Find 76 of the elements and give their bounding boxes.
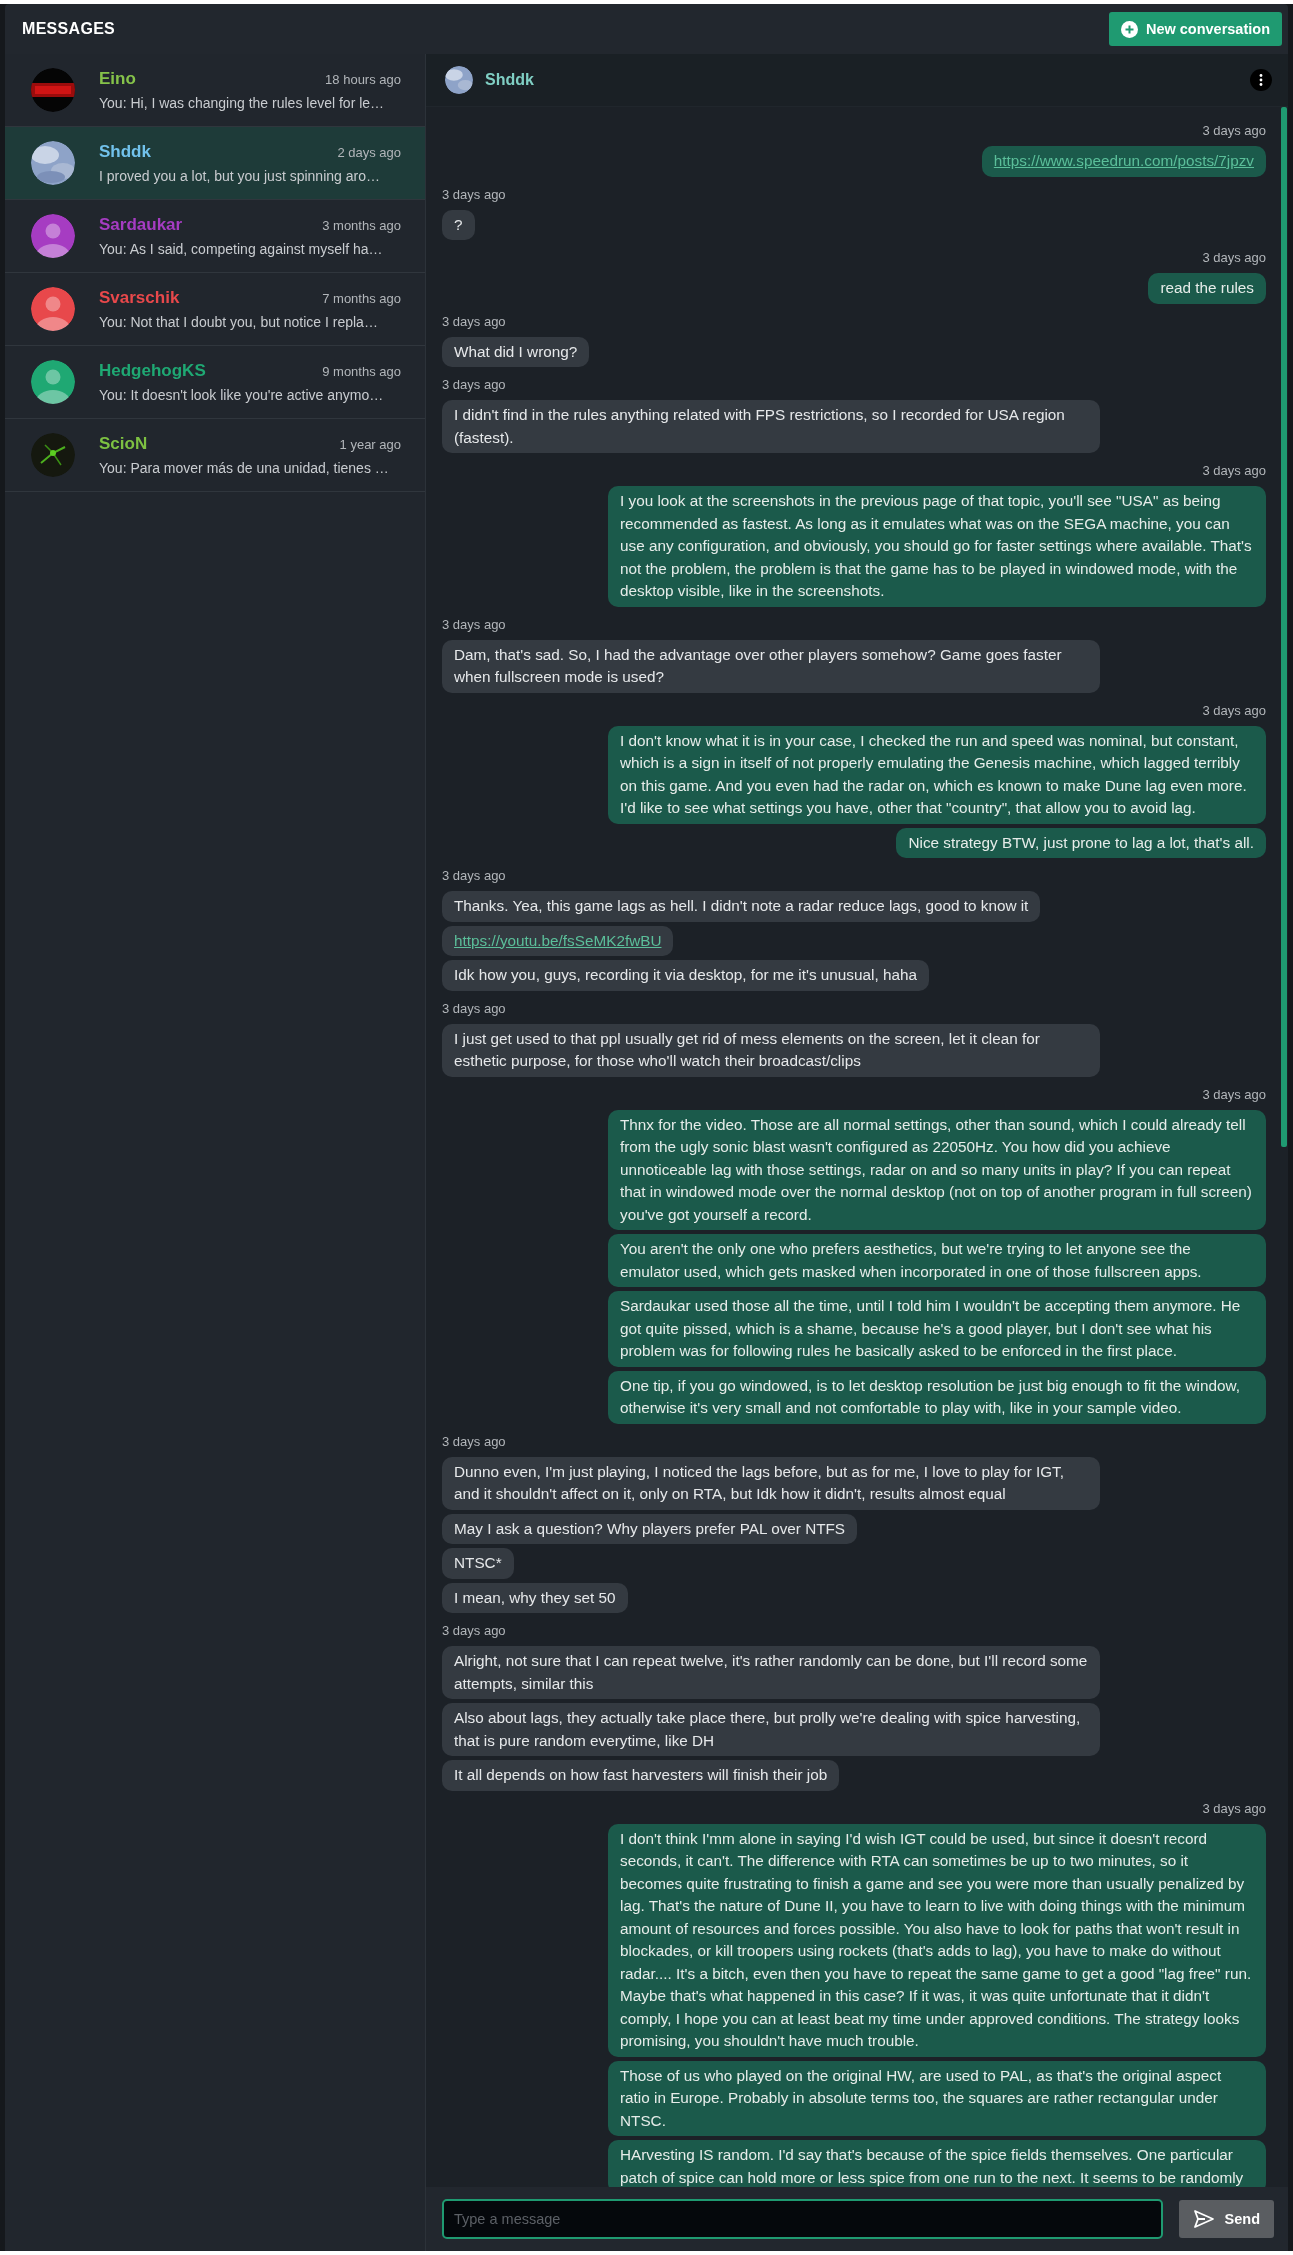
- message-link[interactable]: https://youtu.be/fsSeMK2fwBU: [454, 931, 662, 949]
- user-avatar-icon: [31, 287, 75, 331]
- chat-message: Nice strategy BTW, just prone to lag a lot, that's all.: [896, 827, 1266, 858]
- contact-name: Eino: [99, 69, 136, 89]
- chat-message: What did I wrong?: [442, 336, 590, 367]
- message-time: 3 days ago: [1202, 122, 1266, 140]
- chat-message: I didn't find in the rules anything related with FPS restrictions, so I recorded for USA region (fastest).: [442, 400, 1100, 453]
- message-input[interactable]: Type a message: [442, 2199, 1163, 2239]
- message-time: 3 days ago: [442, 1432, 506, 1451]
- message-preview: You: It doesn't look like you're active anymo…: [99, 387, 385, 403]
- contact-name: Shddk: [99, 142, 151, 162]
- chat-message: One tip, if you go windowed, is to let desktop resolution be just big enough to fit the window, otherwise it's very small and not comfortable to play with, like in your sample video.: [608, 1370, 1266, 1424]
- message-time: 3 days ago: [1202, 462, 1266, 480]
- chat-message: Thnx for the video. Those are all normal settings, other than sound, which I could already tell from the ugly sonic blast wasn't configured as 22050Hz. You how did you achieve unnoticeable lag with those settings, radar on and so many units in play? If you can repeat that in windowed mode over the normal desktop (not on top of another program in full screen) you've got yourself a record.: [608, 1109, 1266, 1230]
- chat-message: Alright, not sure that I can repeat twelve, it's rather randomly can be done, but I'll record some attempts, similar this: [442, 1646, 1100, 1699]
- conversation-item[interactable]: Sardaukar 3 months ago You: As I said, competing against myself ha…: [5, 200, 425, 273]
- conversation-item[interactable]: ScioN 1 year ago You: Para mover más de una unidad, tienes …: [5, 419, 425, 492]
- message-time: 3 days ago: [442, 999, 506, 1018]
- conversation-time: 2 days ago: [337, 144, 401, 160]
- chat-message: Also about lags, they actually take place there, but prolly we're dealing with spice harvesting, that is pure random everytime, like DH: [442, 1703, 1100, 1756]
- message-time: 3 days ago: [442, 312, 506, 331]
- send-button[interactable]: Send: [1178, 2200, 1274, 2238]
- chat-message: Dunno even, I'm just playing, I noticed the lags before, but as for me, I love to play for IGT, and it shouldn't affect on it, only on RTA, but Idk how it didn't, results almost equal: [442, 1456, 1100, 1510]
- chat-message: I you look at the screenshots in the previous page of that topic, you'll see "USA" as being recommended as fastest. As long as it emulates what was on the SEGA machine, you can use any configuration, and obviously, you should go for faster settings where available. That's not the problem, the problem is that the game has to be played in windowed mode, with the desktop visible, like in the screenshots.: [608, 486, 1266, 607]
- chat-message: Thanks. Yea, this game lags as hell. I didn't note a radar reduce lags, good to know it: [442, 891, 1041, 922]
- message-link[interactable]: https://www.speedrun.com/posts/7jpzv: [993, 152, 1254, 169]
- chat-message: I mean, why they set 50: [442, 1582, 628, 1613]
- conversation-item[interactable]: Svarschik 7 months ago You: Not that I doubt you, but notice I repla…: [5, 273, 425, 346]
- message-preview: You: As I said, competing against myself ha…: [99, 241, 384, 257]
- chat-message: Dam, that's sad. So, I had the advantage over other players somehow? Game goes faster when fullscreen mode is used?: [442, 639, 1100, 693]
- message-preview: I proved you a lot, but you just spinning aro…: [99, 168, 381, 184]
- more-options-icon[interactable]: [1250, 69, 1272, 91]
- send-icon: [1192, 2209, 1215, 2229]
- message-preview: You: Para mover más de una unidad, tienes …: [99, 460, 390, 476]
- chat-message: HArvesting IS random. I'd say that's because of the spice fields themselves. One particular patch of spice can hold more or less spice from one run to the next. It seems to be randomly: [608, 2140, 1266, 2187]
- message-time: 3 days ago: [442, 185, 506, 204]
- contact-name: HedgehogKS: [99, 361, 206, 381]
- scrollbar-thumb[interactable]: [1281, 107, 1287, 1147]
- contact-name: Svarschik: [99, 288, 180, 308]
- chat-message: May I ask a question? Why players prefer PAL over NTFS: [442, 1513, 858, 1544]
- contact-name: ScioN: [99, 434, 148, 454]
- chat-message: You aren't the only one who prefers aesthetics, but we're trying to let anyone see the emulator used, which gets masked when incorporated in one of those fullscreen apps.: [608, 1234, 1266, 1287]
- plus-circle-icon: [1120, 20, 1138, 38]
- conversation-time: 7 months ago: [322, 290, 401, 306]
- user-avatar-icon: [31, 360, 75, 404]
- message-time: 3 days ago: [1202, 1799, 1266, 1818]
- conversation-time: 1 year ago: [339, 436, 401, 452]
- chat-message: Sardaukar used those all the time, until I told him I wouldn't be accepting them anymore. He got quite pissed, which is a shame, because he's a good player, but I don't see what his problem was for following rules he basically asked to be enforced in the first place.: [608, 1291, 1266, 1367]
- user-avatar-icon: [31, 214, 75, 258]
- chat-message: ?: [442, 209, 475, 240]
- chat-message: I don't think I'mm alone in saying I'd wish IGT could be used, but since it doesn't record seconds, it can't. The difference with RTA can sometimes be up to two minutes, so it becomes quite frustrating to finish a game and see you were more than usually penalized by lag. That's the nature of Dune II, you have to learn to live with doing things with the minimum amount of resources and forces possible. You also have to look for paths that won't result in blockades, or kill troopers using rockets (that's adds to lag), you have to make do without radar.... It's a bitch, even then you have to repeat the same game to get a good "lag free" run. Maybe that's what happened in this case? If it was, it was quite unfortunate that it didn't comply, I hope you can at least beat my time under approved conditions. The strategy looks promising, you shouldn't have much trouble.: [608, 1823, 1266, 2057]
- message-time: 3 days ago: [1202, 1085, 1266, 1104]
- chat-message: I just get used to that ppl usually get rid of mess elements on the screen, let it clean for esthetic purpose, for those who'll watch their broadcast/clips: [442, 1023, 1100, 1077]
- message-time: 3 days ago: [442, 376, 506, 394]
- contact-name: Sardaukar: [99, 215, 183, 235]
- message-preview: You: Hi, I was changing the rules level for le…: [99, 95, 386, 111]
- message-time: 3 days ago: [1202, 249, 1266, 267]
- conversation-item[interactable]: HedgehogKS 9 months ago You: It doesn't look like you're active anymo…: [5, 346, 425, 419]
- chat-message: NTSC*: [442, 1548, 514, 1579]
- new-conversation-button[interactable]: New conversation: [1108, 12, 1282, 46]
- conversation-time: 9 months ago: [322, 363, 401, 379]
- chat-contact-name: Shddk: [485, 71, 535, 89]
- conversation-time: 18 hours ago: [325, 71, 401, 87]
- message-preview: You: Not that I doubt you, but notice I repla…: [99, 314, 379, 330]
- chat-message: Those of us who played on the original HW, are used to PAL, as that's the original aspect ratio in Europe. Probably in absolute terms too, the squares are rather rectangular under NTSC.: [608, 2060, 1266, 2136]
- message-time: 3 days ago: [442, 1622, 506, 1640]
- message-time: 3 days ago: [442, 615, 506, 634]
- chat-message: read the rules: [1148, 273, 1266, 304]
- chat-message: I don't know what it is in your case, I checked the run and speed was nominal, but constant, which is a sign in itself of not properly emulating the Genesis machine, which lagged terribly on this game. And you even had the radar on, which es known to make Dune lag even more. I'd like to see what settings you have, other that "country", that allow you to avoid lag.: [608, 725, 1266, 824]
- message-time: 3 days ago: [1202, 701, 1266, 720]
- chat-message: Idk how you, guys, recording it via desktop, for me it's unusual, haha: [442, 960, 929, 991]
- conversation-item[interactable]: Shddk 2 days ago I proved you a lot, but you just spinning aro…: [5, 127, 425, 200]
- message-time: 3 days ago: [442, 867, 506, 885]
- page-title: MESSAGES: [22, 20, 116, 38]
- chat-message: It all depends on how fast harvesters will finish their job: [442, 1760, 840, 1791]
- conversation-time: 3 months ago: [322, 217, 401, 233]
